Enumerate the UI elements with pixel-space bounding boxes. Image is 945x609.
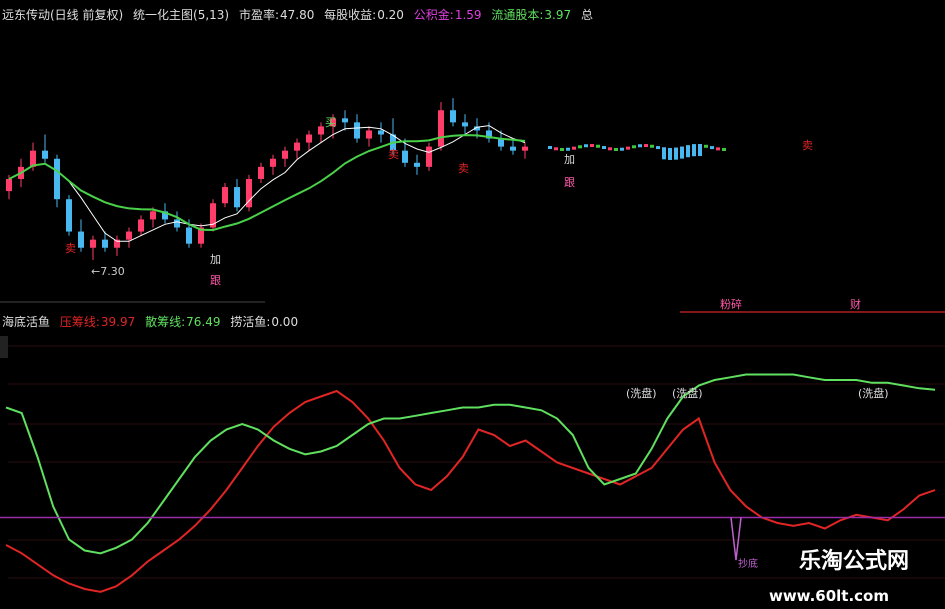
flat-candle [572, 146, 576, 150]
candle-body [282, 150, 288, 159]
flat-candle [722, 147, 726, 151]
candle-body [174, 219, 180, 228]
flat-candle [632, 145, 636, 149]
purple-dip [730, 517, 742, 561]
candle-body [366, 130, 372, 139]
candle-body [306, 134, 312, 143]
ma-short-line [8, 125, 526, 242]
flat-candle-down [686, 145, 690, 158]
candle-body [294, 142, 300, 151]
flat-candle-down [680, 146, 684, 159]
flat-candle [548, 146, 552, 149]
candle-body [42, 150, 48, 159]
flat-candle [584, 144, 588, 148]
follow-mark-2: 跟 [564, 176, 575, 189]
candle-body [66, 199, 72, 232]
add-mark-2: 加 [564, 153, 575, 166]
low-price-label: ←7.30 [91, 265, 125, 278]
flat-candle-down [692, 144, 696, 157]
candle-body [150, 211, 156, 220]
wash-label-3: (洗盘) [858, 386, 889, 400]
flat-candle [716, 147, 720, 151]
bottom-label: 抄底 [738, 557, 758, 570]
sell-mark-3: 卖 [458, 162, 469, 175]
candle-body [378, 130, 384, 135]
red-line [5, 389, 936, 593]
candle-body [222, 187, 228, 204]
flat-candle [608, 147, 612, 151]
flat-candle-down [674, 147, 678, 160]
candle-body [126, 231, 132, 240]
candle-body [234, 187, 240, 208]
flat-candle [644, 144, 648, 148]
add-mark-1: 加 [210, 253, 221, 266]
flat-candle [596, 144, 600, 148]
candle-body [510, 146, 516, 151]
candle-body [78, 231, 84, 248]
flat-candle [638, 144, 642, 148]
candle-body [6, 178, 12, 192]
candle-body [438, 110, 444, 147]
candle-body [342, 118, 348, 123]
flat-candle [554, 147, 558, 151]
candle-body [102, 239, 108, 248]
sell-mark-4: 卖 [802, 139, 813, 152]
candle-body [90, 239, 96, 248]
chart-canvas: ←7.30 买 加 跟 加 跟 卖 卖 卖 卖 (洗盘) (洗盘) (洗盘) 粉… [0, 98, 945, 593]
sell-mark-1: 卖 [65, 242, 76, 255]
sell-mark-2: 卖 [388, 148, 399, 161]
weak-label: 粉碎 [720, 297, 742, 311]
candles [6, 98, 528, 260]
green-line [5, 373, 936, 555]
flat-candle [602, 146, 606, 150]
flat-candle [566, 147, 570, 151]
flat-candle [656, 146, 660, 150]
flat-candle [590, 144, 594, 148]
follow-mark-1: 跟 [210, 274, 221, 287]
watermark-name: 乐淘公式网 [798, 549, 909, 574]
candle-body [54, 158, 60, 200]
flat-candle [626, 146, 630, 150]
wash-label-1: (洗盘) [626, 386, 657, 400]
flat-candle-down [662, 147, 666, 160]
flat-candle [620, 147, 624, 151]
candle-body [138, 219, 144, 232]
flat-candle [710, 146, 714, 150]
candle-body [522, 146, 528, 151]
flat-candle [560, 147, 564, 151]
flat-candle-down [698, 144, 702, 157]
candle-body [354, 122, 360, 139]
candle-body [414, 162, 420, 167]
candle-body [462, 122, 468, 127]
candle-body [186, 227, 192, 244]
candle-body [258, 166, 264, 179]
buy-mark: 买 [325, 116, 336, 129]
flat-candle [614, 147, 618, 151]
wash-label-2: (洗盘) [672, 386, 703, 400]
candle-body [402, 150, 408, 163]
watermark-url: www.60lt.com [768, 587, 889, 605]
ma-long-line [8, 134, 526, 232]
flat-candle [578, 145, 582, 149]
flat-candle [704, 144, 708, 148]
candle-body [270, 158, 276, 167]
flat-candle-down [668, 147, 672, 160]
candle-body [318, 126, 324, 135]
flat-candle [650, 144, 654, 148]
candle-body [426, 146, 432, 167]
candle-body [450, 110, 456, 123]
wealth-label: 财 [850, 297, 861, 311]
